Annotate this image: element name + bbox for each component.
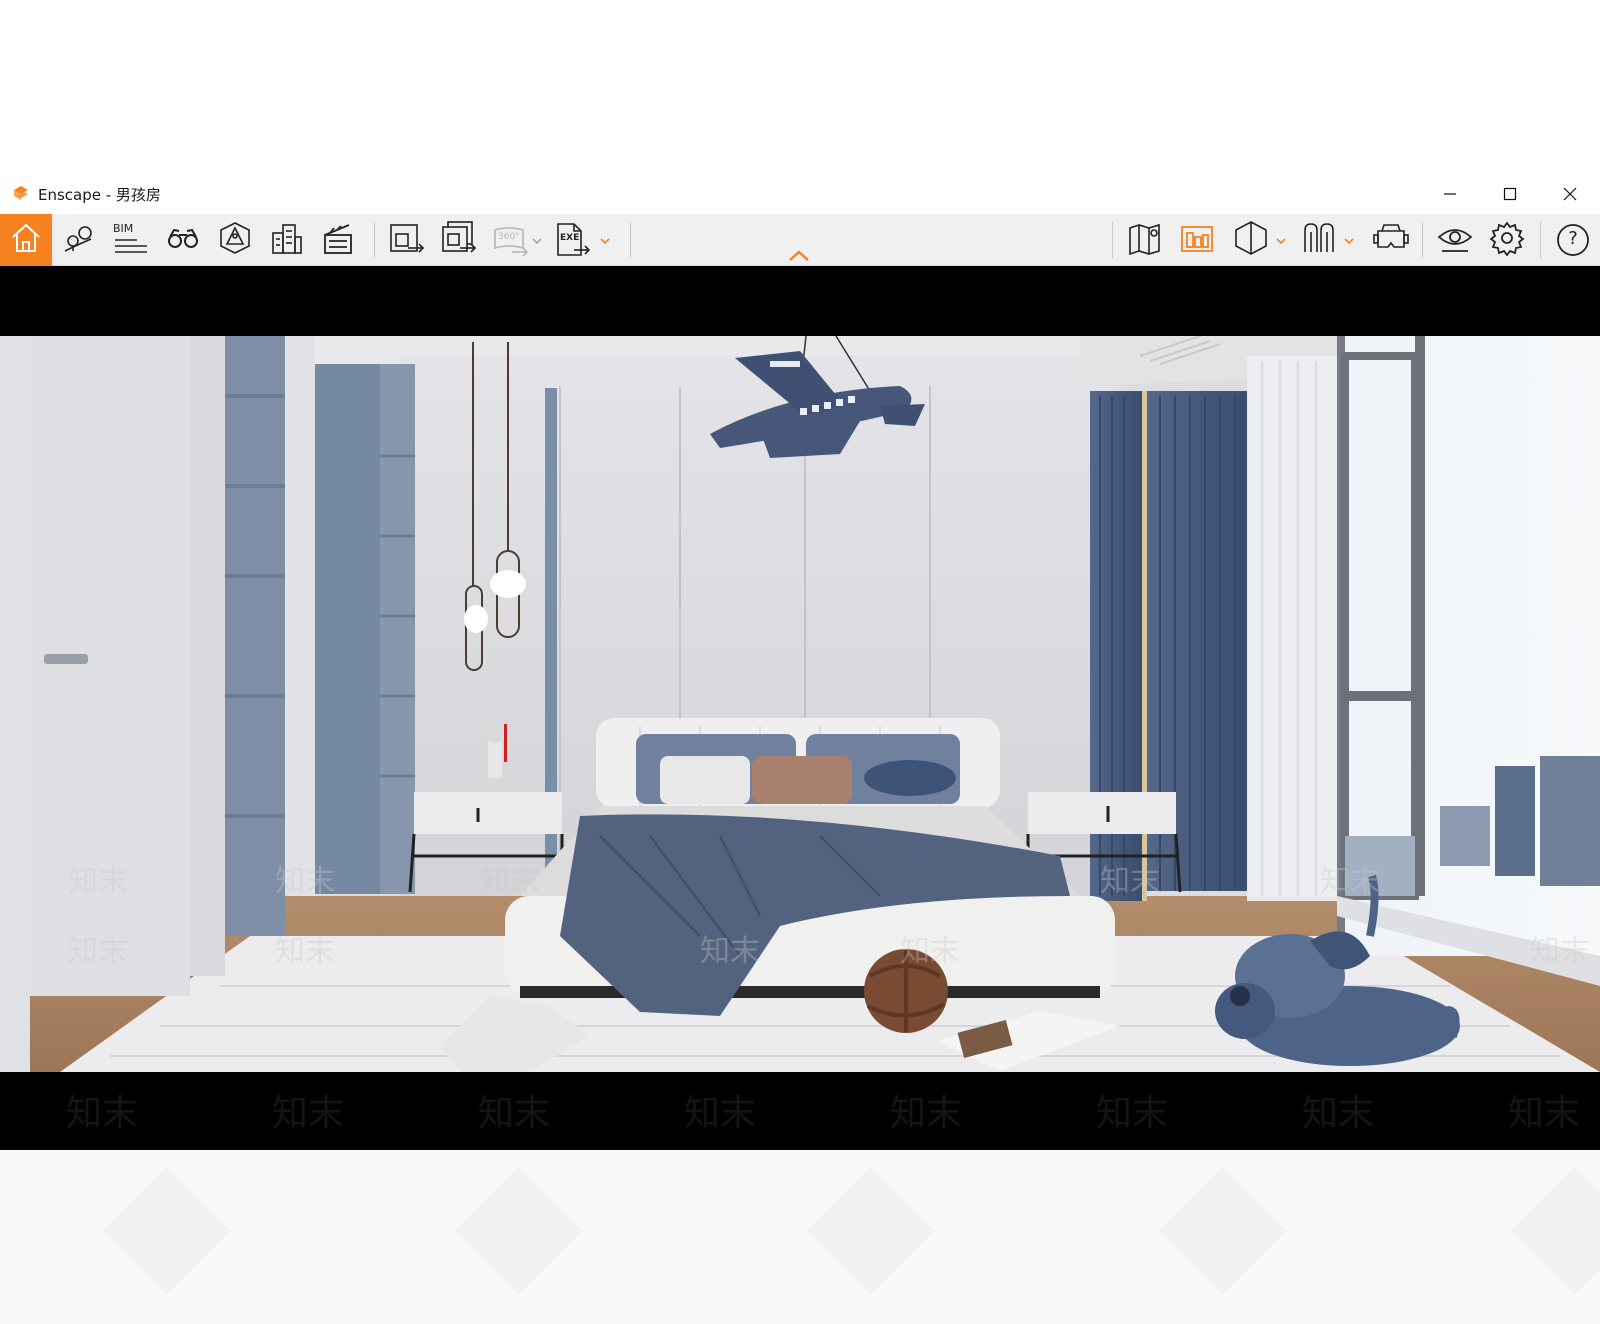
- screenshot-export-icon: [388, 220, 426, 260]
- gear-icon: [1489, 220, 1525, 260]
- watermark-text: 知末: [275, 864, 335, 899]
- watermark-text: 知末: [480, 864, 540, 899]
- watermark-text: 知末: [1530, 934, 1590, 969]
- watermark-diamond: [1159, 1167, 1287, 1295]
- watermark-diamond: [455, 1167, 583, 1295]
- window-title: Enscape - 男孩房: [38, 185, 161, 204]
- watermark-diamond: [103, 1167, 231, 1295]
- page-margin-top: [0, 0, 1600, 174]
- asset-library-button[interactable]: [1172, 214, 1222, 266]
- map-icon: [1127, 220, 1163, 260]
- watermark-text: 知末: [66, 1093, 139, 1134]
- collapse-toolbar-button[interactable]: [788, 248, 810, 264]
- batch-export-icon: [440, 220, 478, 260]
- binoculars-icon: [165, 221, 201, 259]
- location-pins-icon: [61, 221, 97, 259]
- enscape-logo-icon: [8, 181, 34, 207]
- batch-render-button[interactable]: [434, 214, 484, 266]
- visual-settings-button[interactable]: [1430, 214, 1480, 266]
- section-dropdown[interactable]: [1274, 232, 1288, 246]
- watermark-text: 知末: [900, 934, 960, 969]
- exe-label: EXE: [560, 233, 580, 243]
- toolbar-separator: [630, 222, 631, 258]
- watermark-diamond: [1511, 1167, 1600, 1295]
- chevron-down-icon: [1276, 230, 1286, 249]
- exe-export-button[interactable]: EXE: [548, 214, 598, 266]
- section-button[interactable]: [1226, 214, 1276, 266]
- buildings-icon: [269, 221, 305, 259]
- bim-icon: BIM: [113, 222, 149, 258]
- view-cube-button[interactable]: [210, 214, 260, 266]
- video-editor-button[interactable]: [314, 214, 364, 266]
- material-editor-icon: [1301, 220, 1337, 260]
- letterbox-top: [0, 266, 1600, 336]
- watermark-text: 知末: [275, 934, 335, 969]
- toolbar-separator: [1540, 222, 1541, 258]
- screenshot-button[interactable]: [382, 214, 432, 266]
- toolbar-separator: [1422, 222, 1423, 258]
- settings-button[interactable]: [1482, 214, 1532, 266]
- walk-mode-button[interactable]: [158, 214, 208, 266]
- toolbar-separator: [374, 222, 375, 258]
- view-cube-icon: [217, 220, 253, 260]
- toolbar-separator: [1112, 222, 1113, 258]
- page-margin-bottom: [0, 1150, 1600, 1324]
- material-editor-button[interactable]: [1294, 214, 1344, 266]
- help-button[interactable]: ?: [1548, 214, 1598, 266]
- minimize-button[interactable]: [1420, 174, 1480, 214]
- exe-export-icon: EXE: [554, 222, 592, 258]
- watermark-text: 知末: [68, 934, 128, 969]
- exe-dropdown[interactable]: [598, 232, 612, 246]
- watermark-text: 知末: [684, 1093, 757, 1134]
- title-bar: Enscape - 男孩房: [0, 174, 1600, 214]
- views-button[interactable]: [54, 214, 104, 266]
- asset-library-icon: [1179, 221, 1215, 259]
- home-button[interactable]: [0, 214, 52, 266]
- enscape-window: Enscape - 男孩房 BIM 360° EXE ? 知末 知末 知末 知末…: [0, 174, 1600, 1150]
- vr-headset-icon: [1372, 221, 1410, 259]
- maximize-button[interactable]: [1480, 174, 1540, 214]
- watermark-text: 知末: [1100, 864, 1160, 899]
- watermark-text: 知末: [1320, 864, 1380, 899]
- chevron-down-icon: [532, 230, 542, 249]
- chevron-down-icon: [600, 230, 610, 249]
- help-label: ?: [1568, 228, 1578, 249]
- render-viewport[interactable]: 知末 知末 知末 知末 知末 知末 知末 知末 知末 知末 知末 知末 知末 知…: [0, 266, 1600, 1150]
- material-dropdown[interactable]: [1342, 232, 1356, 246]
- clapperboard-icon: [321, 221, 357, 259]
- close-button[interactable]: [1540, 174, 1600, 214]
- watermark-text: 知末: [1302, 1093, 1375, 1134]
- panorama-export-icon: 360°: [492, 222, 530, 258]
- home-icon: [9, 221, 43, 259]
- watermark-text: 知末: [68, 864, 128, 899]
- panorama-label: 360°: [498, 232, 520, 242]
- chevron-down-icon: [1344, 230, 1354, 249]
- toolbar: BIM 360° EXE ?: [0, 214, 1600, 266]
- bim-button[interactable]: BIM: [106, 214, 156, 266]
- watermark-text: 知末: [1508, 1093, 1581, 1134]
- eye-icon: [1436, 221, 1474, 259]
- bedroom-render-image: 知末 知末 知末 知末 知末 知末 知末 知末 知末 知末: [0, 336, 1600, 1072]
- map-button[interactable]: [1120, 214, 1170, 266]
- watermark-text: 知末: [272, 1093, 345, 1134]
- watermark-text: 知末: [890, 1093, 963, 1134]
- chevron-up-icon: [788, 248, 810, 267]
- letterbox-bottom: 知末 知末 知末 知末 知末 知末 知末 知末: [0, 1072, 1600, 1138]
- watermark-text: 知末: [700, 934, 760, 969]
- panorama-dropdown[interactable]: [530, 232, 544, 246]
- watermark-diamond: [807, 1167, 935, 1295]
- vr-button[interactable]: [1366, 214, 1416, 266]
- watermark-text: 知末: [478, 1093, 551, 1134]
- section-view-icon: [1233, 220, 1269, 260]
- site-context-button[interactable]: [262, 214, 312, 266]
- panorama-button[interactable]: 360°: [486, 214, 536, 266]
- watermark-text: 知末: [1096, 1093, 1169, 1134]
- help-icon: ?: [1556, 223, 1590, 257]
